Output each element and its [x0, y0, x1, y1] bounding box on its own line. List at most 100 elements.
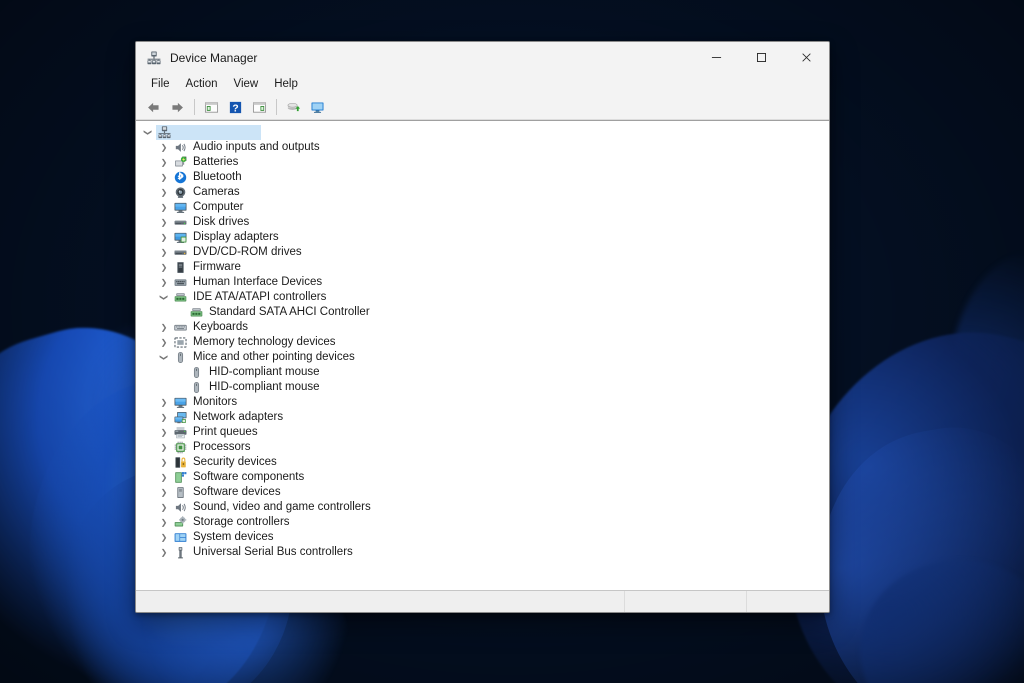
chevron-right-icon[interactable]: ❯: [156, 275, 172, 290]
chevron-right-icon[interactable]: ❯: [156, 425, 172, 440]
maximize-button[interactable]: [739, 42, 784, 73]
tree-node[interactable]: ❯ Monitors: [136, 395, 829, 410]
chevron-right-icon[interactable]: ❯: [156, 395, 172, 410]
close-button[interactable]: [784, 42, 829, 73]
tree-node[interactable]: ❯ Audio inputs and outputs: [136, 140, 829, 155]
forward-button[interactable]: [166, 97, 189, 118]
back-button[interactable]: [142, 97, 165, 118]
tree-node[interactable]: ❯ Software components: [136, 470, 829, 485]
tree-node-body[interactable]: [156, 125, 261, 140]
tree-node[interactable]: ❯ Keyboards: [136, 320, 829, 335]
tree-node-body[interactable]: Security devices: [172, 455, 283, 470]
menu-view[interactable]: View: [226, 76, 267, 92]
device-tree[interactable]: ❯ ❯ Audio inputs and outputs ❯ Batteries ❯ Blu…: [136, 120, 829, 590]
tree-node-body[interactable]: HID-compliant mouse: [188, 380, 326, 395]
menu-action[interactable]: Action: [178, 76, 226, 92]
chevron-right-icon[interactable]: ❯: [156, 500, 172, 515]
tree-node[interactable]: ❯ Standard SATA AHCI Controller: [136, 305, 829, 320]
tree-node-body[interactable]: System devices: [172, 530, 280, 545]
tree-node[interactable]: ❯ Sound, video and game controllers: [136, 500, 829, 515]
tree-node-body[interactable]: Standard SATA AHCI Controller: [188, 305, 376, 320]
chevron-right-icon[interactable]: ❯: [156, 440, 172, 455]
tree-node[interactable]: ❯ Cameras: [136, 185, 829, 200]
tree-node-body[interactable]: Bluetooth: [172, 170, 248, 185]
scan-hardware-changes-button[interactable]: [306, 97, 329, 118]
tree-node-body[interactable]: Human Interface Devices: [172, 275, 328, 290]
chevron-right-icon[interactable]: ❯: [156, 215, 172, 230]
chevron-down-icon[interactable]: ❯: [157, 290, 172, 306]
tree-node-body[interactable]: Keyboards: [172, 320, 254, 335]
tree-node[interactable]: ❯ Disk drives: [136, 215, 829, 230]
tree-node-body[interactable]: Sound, video and game controllers: [172, 500, 377, 515]
chevron-right-icon[interactable]: ❯: [156, 245, 172, 260]
tree-node-body[interactable]: Network adapters: [172, 410, 289, 425]
tree-node[interactable]: ❯ HID-compliant mouse: [136, 380, 829, 395]
tree-node-body[interactable]: DVD/CD-ROM drives: [172, 245, 308, 260]
tree-node[interactable]: ❯ Universal Serial Bus controllers: [136, 545, 829, 560]
tree-node[interactable]: ❯ Processors: [136, 440, 829, 455]
tree-node-body[interactable]: Universal Serial Bus controllers: [172, 545, 359, 560]
chevron-right-icon[interactable]: ❯: [156, 410, 172, 425]
chevron-right-icon[interactable]: ❯: [156, 140, 172, 155]
tree-node[interactable]: ❯ Display adapters: [136, 230, 829, 245]
tree-node-body[interactable]: Monitors: [172, 395, 243, 410]
tree-node-body[interactable]: Mice and other pointing devices: [172, 350, 361, 365]
tree-node[interactable]: ❯ Print queues: [136, 425, 829, 440]
tree-node-body[interactable]: Storage controllers: [172, 515, 296, 530]
tree-node-body[interactable]: Display adapters: [172, 230, 285, 245]
show-hide-console-tree-button[interactable]: [200, 97, 223, 118]
chevron-right-icon[interactable]: ❯: [156, 545, 172, 560]
tree-node[interactable]: ❯ Bluetooth: [136, 170, 829, 185]
tree-root-node[interactable]: ❯: [136, 125, 829, 140]
chevron-down-icon[interactable]: ❯: [141, 125, 156, 141]
chevron-right-icon[interactable]: ❯: [156, 320, 172, 335]
tree-node[interactable]: ❯ System devices: [136, 530, 829, 545]
tree-node[interactable]: ❯ Human Interface Devices: [136, 275, 829, 290]
minimize-button[interactable]: [694, 42, 739, 73]
tree-node[interactable]: ❯ Network adapters: [136, 410, 829, 425]
chevron-right-icon[interactable]: ❯: [156, 470, 172, 485]
chevron-right-icon[interactable]: ❯: [156, 260, 172, 275]
tree-node[interactable]: ❯ Memory technology devices: [136, 335, 829, 350]
tree-node[interactable]: ❯ Firmware: [136, 260, 829, 275]
tree-node-body[interactable]: Computer: [172, 200, 250, 215]
chevron-right-icon[interactable]: ❯: [156, 230, 172, 245]
chevron-right-icon[interactable]: ❯: [156, 335, 172, 350]
tree-node[interactable]: ❯ Computer: [136, 200, 829, 215]
tree-node[interactable]: ❯ Storage controllers: [136, 515, 829, 530]
chevron-right-icon[interactable]: ❯: [156, 155, 172, 170]
tree-node[interactable]: ❯ Mice and other pointing devices: [136, 350, 829, 365]
tree-node-body[interactable]: Firmware: [172, 260, 247, 275]
chevron-right-icon[interactable]: ❯: [156, 530, 172, 545]
tree-node-body[interactable]: Processors: [172, 440, 257, 455]
tree-node[interactable]: ❯ DVD/CD-ROM drives: [136, 245, 829, 260]
tree-node-body[interactable]: IDE ATA/ATAPI controllers: [172, 290, 332, 305]
tree-node-body[interactable]: Cameras: [172, 185, 246, 200]
chevron-right-icon[interactable]: ❯: [156, 515, 172, 530]
tree-node-body[interactable]: Batteries: [172, 155, 244, 170]
tree-node[interactable]: ❯ Security devices: [136, 455, 829, 470]
chevron-right-icon[interactable]: ❯: [156, 455, 172, 470]
tree-node[interactable]: ❯ IDE ATA/ATAPI controllers: [136, 290, 829, 305]
chevron-right-icon[interactable]: ❯: [156, 170, 172, 185]
title-bar[interactable]: Device Manager: [136, 42, 829, 73]
tree-node-body[interactable]: Software devices: [172, 485, 287, 500]
help-button[interactable]: ?: [224, 97, 247, 118]
menu-file[interactable]: File: [143, 76, 178, 92]
chevron-right-icon[interactable]: ❯: [156, 200, 172, 215]
properties-button[interactable]: [248, 97, 271, 118]
chevron-right-icon[interactable]: ❯: [156, 185, 172, 200]
tree-node-body[interactable]: HID-compliant mouse: [188, 365, 326, 380]
tree-node-body[interactable]: Memory technology devices: [172, 335, 342, 350]
tree-node[interactable]: ❯ Batteries: [136, 155, 829, 170]
tree-node-body[interactable]: Disk drives: [172, 215, 255, 230]
tree-node[interactable]: ❯ Software devices: [136, 485, 829, 500]
update-driver-button[interactable]: [282, 97, 305, 118]
menu-help[interactable]: Help: [266, 76, 306, 92]
chevron-right-icon[interactable]: ❯: [156, 485, 172, 500]
tree-node-body[interactable]: Print queues: [172, 425, 264, 440]
tree-node-body[interactable]: Audio inputs and outputs: [172, 140, 326, 155]
tree-node-body[interactable]: Software components: [172, 470, 310, 485]
chevron-down-icon[interactable]: ❯: [157, 350, 172, 366]
tree-node[interactable]: ❯ HID-compliant mouse: [136, 365, 829, 380]
